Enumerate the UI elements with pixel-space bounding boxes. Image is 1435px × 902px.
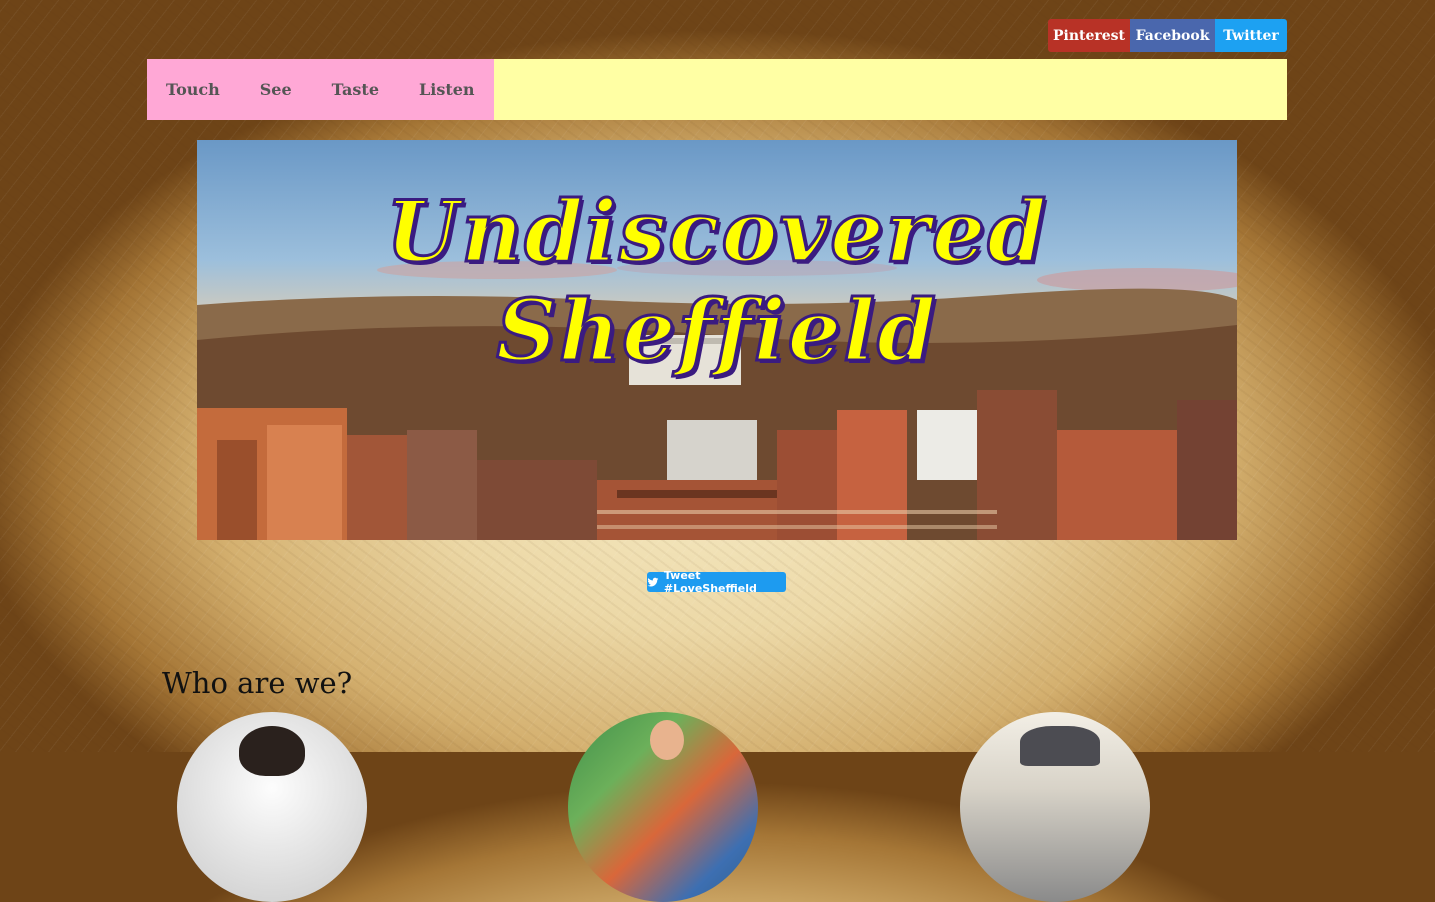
about-heading: Who are we? (162, 666, 353, 700)
nav-links: Touch See Taste Listen (147, 59, 494, 120)
twitter-bird-icon (647, 577, 659, 587)
nav-item-listen[interactable]: Listen (419, 80, 475, 99)
header-banner: Undiscovered Sheffield (197, 140, 1237, 540)
team-member-avatar (568, 712, 758, 902)
nav-item-taste[interactable]: Taste (332, 80, 379, 99)
nav-item-touch[interactable]: Touch (166, 80, 220, 99)
tweet-button-label: Tweet #LoveSheffield (663, 569, 757, 595)
team-member-avatar (177, 712, 367, 902)
tweet-button[interactable]: Tweet #LoveSheffield (647, 569, 786, 595)
pinterest-button[interactable]: Pinterest (1048, 19, 1130, 52)
facebook-button[interactable]: Facebook (1130, 19, 1215, 52)
social-share-buttons: Pinterest Facebook Twitter (1048, 19, 1287, 52)
main-navbar: Touch See Taste Listen (147, 59, 1287, 120)
banner-title: Undiscovered Sheffield (384, 181, 1049, 382)
team-member-avatar (960, 712, 1150, 902)
nav-item-see[interactable]: See (260, 80, 292, 99)
twitter-button[interactable]: Twitter (1215, 19, 1287, 52)
